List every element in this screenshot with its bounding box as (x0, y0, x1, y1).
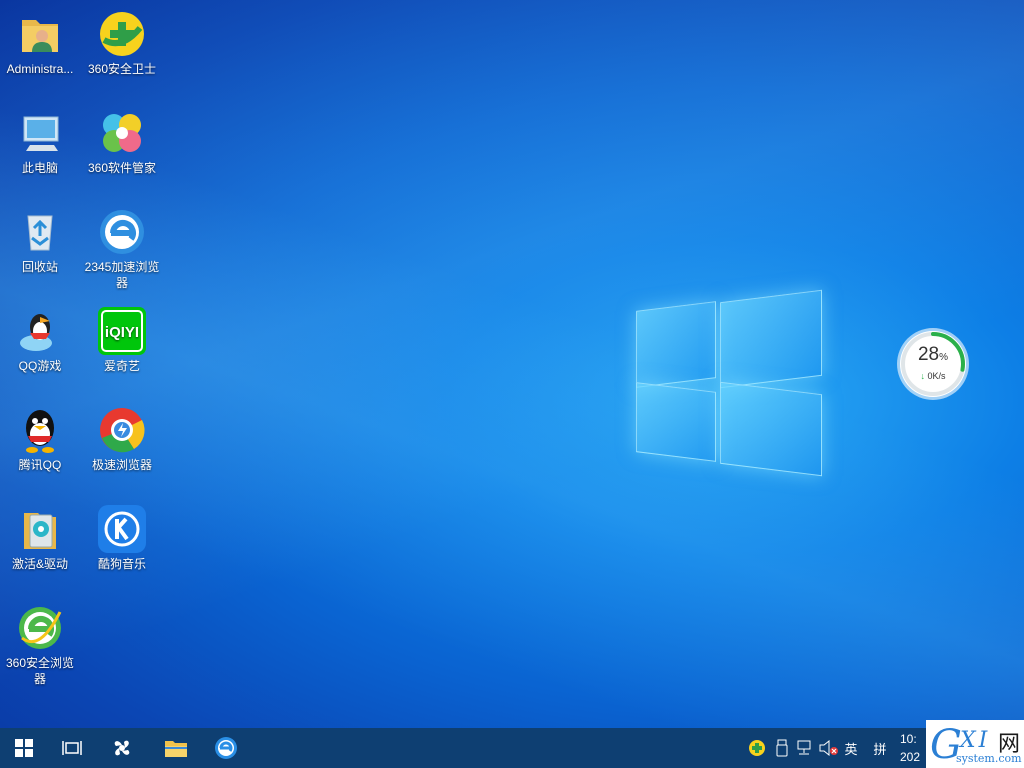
computer-icon (16, 109, 64, 157)
desktop-icon-activation-driver[interactable]: 激活&驱动 (0, 499, 80, 572)
gxi-watermark-logo: G XI 网 system.com (926, 720, 1024, 768)
tray-360-security[interactable] (746, 728, 768, 768)
tray-volume[interactable] (818, 728, 840, 768)
speed-browser-icon (98, 406, 146, 454)
desktop-icon-2345-browser[interactable]: 2345加速浏览器 (82, 202, 162, 291)
ime-mode-indicator[interactable]: 拼 (868, 728, 892, 768)
desktop-icon-iqiyi[interactable]: iQIYI 爱奇艺 (82, 301, 162, 374)
taskbar-app-fan[interactable] (98, 728, 146, 768)
start-icon (15, 739, 33, 757)
fan-app-icon (114, 740, 130, 756)
taskbar-file-explorer[interactable] (152, 728, 200, 768)
tray-usb-device[interactable] (772, 728, 792, 768)
desktop-icon-qq-games[interactable]: QQ游戏 (0, 301, 80, 374)
edge-browser-icon (215, 737, 237, 759)
activation-driver-icon (16, 505, 64, 553)
desktop-icon-speed-browser[interactable]: 极速浏览器 (82, 400, 162, 473)
recycle-bin-icon (16, 208, 64, 256)
desktop-icon-kugou-music[interactable]: 酷狗音乐 (82, 499, 162, 572)
2345-browser-icon (98, 208, 146, 256)
desktop-icon-360-software-manager[interactable]: 360软件管家 (82, 103, 162, 176)
task-view-icon (62, 741, 82, 755)
desktop-icon-administrator[interactable]: Administra... (0, 4, 80, 77)
360-browser-icon (16, 604, 64, 652)
ime-language-indicator[interactable]: 英 (840, 728, 862, 768)
taskbar-edge-browser[interactable] (202, 728, 250, 768)
kugou-music-icon (98, 505, 146, 553)
360-security-tray-icon (749, 740, 765, 756)
task-view-button[interactable] (48, 728, 96, 768)
iqiyi-icon: iQIYI (98, 307, 146, 355)
360-software-manager-icon (98, 109, 146, 157)
windows-logo-wallpaper (636, 289, 822, 480)
start-button[interactable] (0, 728, 48, 768)
360-security-icon (98, 10, 146, 58)
desktop-icon-recycle-bin[interactable]: 回收站 (0, 202, 80, 275)
file-explorer-icon (165, 741, 187, 757)
network-rate: ↓ 0K/s (920, 371, 946, 381)
volume-muted-icon (819, 740, 838, 756)
user-folder-icon (16, 10, 64, 58)
desktop-icon-tencent-qq[interactable]: 腾讯QQ (0, 400, 80, 473)
svg-text:iQIYI: iQIYI (105, 324, 139, 341)
tray-network[interactable] (794, 728, 814, 768)
taskbar: 英 拼 10: 202 (0, 728, 1024, 768)
desktop-icon-360-security[interactable]: 360安全卫士 (82, 4, 162, 77)
qq-icon (16, 406, 64, 454)
desktop-icon-this-pc[interactable]: 此电脑 (0, 103, 80, 176)
network-icon (797, 740, 811, 755)
network-speed-widget[interactable]: 28% ↓ 0K/s (900, 331, 966, 397)
memory-percent: 28% (917, 344, 949, 365)
usb-drive-icon (776, 739, 788, 757)
qq-games-icon (16, 307, 64, 355)
desktop-icon-360-browser[interactable]: 360安全浏览器 (0, 598, 80, 687)
